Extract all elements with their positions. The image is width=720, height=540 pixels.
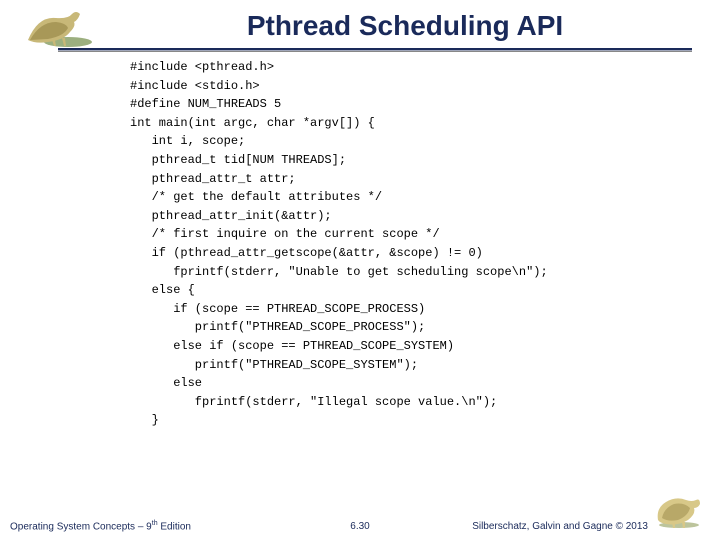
title-underline — [58, 48, 692, 52]
code-block: #include <pthread.h> #include <stdio.h> … — [130, 58, 680, 496]
slide-title: Pthread Scheduling API — [130, 10, 680, 42]
dinosaur-icon — [18, 6, 98, 50]
slide: Pthread Scheduling API #include <pthread… — [0, 0, 720, 540]
footer: Operating System Concepts – 9th Edition … — [0, 512, 720, 532]
footer-copyright: Silberschatz, Galvin and Gagne © 2013 — [472, 521, 648, 532]
